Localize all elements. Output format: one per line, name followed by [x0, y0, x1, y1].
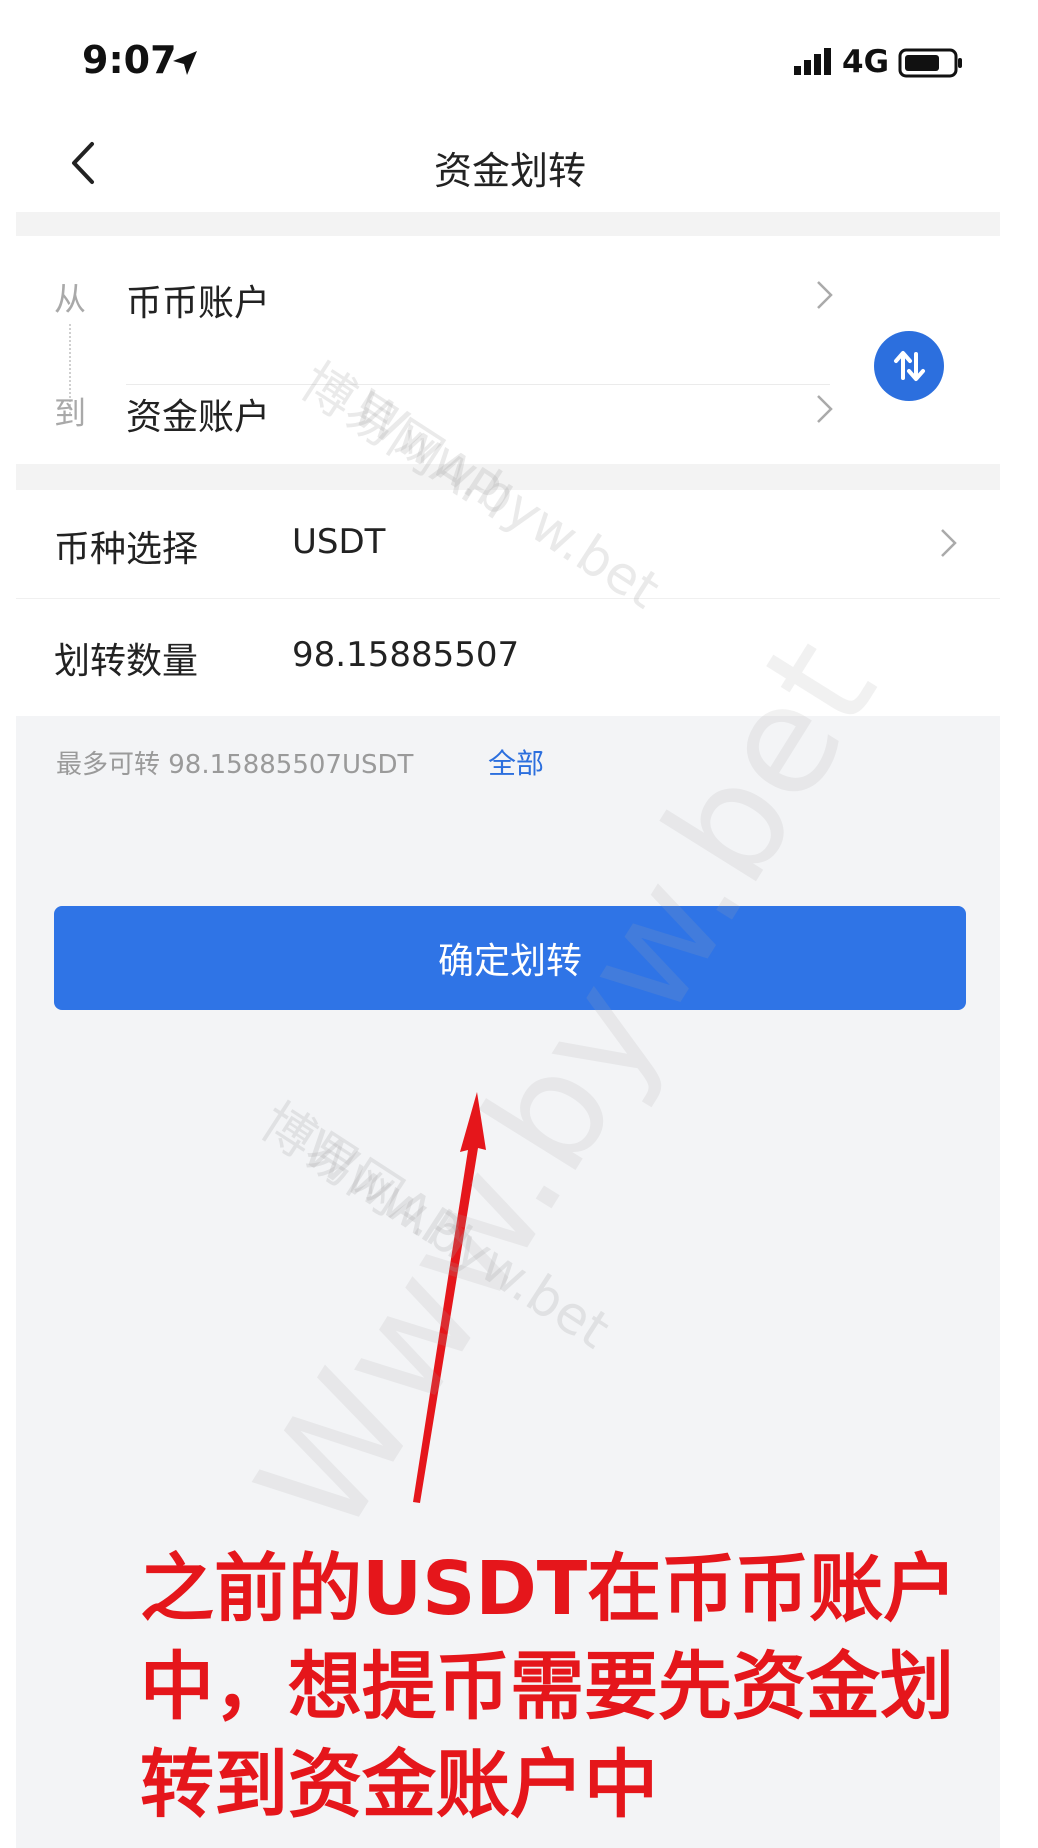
network-type: 4G — [842, 44, 890, 80]
annotation-text: 之前的USDT在币币账户中，想提币需要先资金划转到资金账户中 — [140, 1546, 958, 1828]
max-transferable-text: 最多可转 98.15885507USDT — [56, 750, 414, 780]
location-arrow-icon — [173, 51, 197, 75]
chevron-right-icon — [941, 529, 957, 557]
status-time: 9:07 — [82, 38, 177, 82]
section-gap — [16, 212, 1000, 236]
confirm-transfer-button[interactable]: 确定划转 — [54, 906, 966, 1010]
transfer-form-section: 币种选择 USDT 划转数量 — [16, 490, 1000, 716]
signal-icon — [794, 48, 831, 75]
amount-row: 划转数量 — [16, 602, 1000, 710]
app-screen: 9:07 4G 资金划转 从 到 币币账户 资金账户 币种选择 USDT 划转数… — [0, 0, 1038, 1848]
swap-accounts-button[interactable] — [874, 331, 944, 401]
transfer-all-link[interactable]: 全部 — [488, 742, 544, 782]
transfer-direction-section: 从 到 币币账户 资金账户 — [16, 236, 1000, 464]
chevron-right-icon — [817, 281, 833, 309]
to-account-row[interactable]: 资金账户 — [126, 360, 836, 460]
chevron-right-icon — [817, 395, 833, 423]
currency-value: USDT — [292, 522, 386, 562]
battery-icon — [898, 48, 962, 78]
amount-label: 划转数量 — [54, 641, 199, 682]
from-account-row[interactable]: 币币账户 — [126, 246, 836, 346]
status-bar: 9:07 4G — [0, 0, 1038, 120]
page-title: 资金划转 — [433, 149, 586, 193]
currency-label: 币种选择 — [54, 529, 199, 570]
to-label: 到 — [54, 394, 87, 432]
nav-bar: 资金划转 — [0, 120, 1038, 212]
currency-select-row[interactable]: 币种选择 USDT — [16, 490, 1000, 599]
amount-input[interactable] — [292, 628, 832, 682]
from-account-name: 币币账户 — [126, 283, 271, 324]
field-divider — [16, 598, 1000, 599]
section-gap — [16, 464, 1000, 490]
to-account-name: 资金账户 — [126, 397, 271, 438]
from-label: 从 — [54, 280, 87, 318]
swap-arrows-icon — [894, 351, 925, 381]
